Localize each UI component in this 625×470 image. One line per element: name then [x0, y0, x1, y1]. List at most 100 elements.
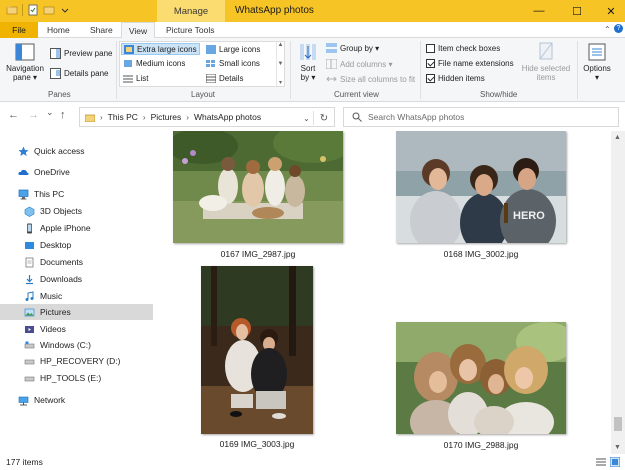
scroll-up-icon[interactable]: ▲	[614, 134, 621, 141]
sidebar-item-network[interactable]: Network	[18, 392, 65, 408]
sidebar-item-hp-tools-e[interactable]: HP_TOOLS (E:)	[24, 370, 101, 386]
tab-picture-tools[interactable]: Picture Tools	[166, 22, 215, 38]
layout-group-label: Layout	[191, 90, 216, 99]
address-dropdown-icon[interactable]: ⌄	[300, 111, 314, 125]
folder-icon[interactable]	[6, 4, 18, 16]
sort-by-button[interactable]: Sort by ▾	[296, 42, 320, 82]
layout-gallery-scroll[interactable]: ▲ ▼ ▾	[276, 42, 284, 86]
sidebar-item-3d-objects[interactable]: 3D Objects	[24, 203, 82, 219]
details-view-icon	[206, 73, 216, 83]
group-by-icon	[326, 43, 337, 53]
details-view-toggle-icon[interactable]	[596, 457, 606, 467]
add-columns-button[interactable]: Add columns ▾	[326, 59, 392, 69]
vertical-scrollbar[interactable]: ▲ ▼	[611, 131, 625, 454]
help-icon[interactable]: ?	[614, 24, 623, 33]
medium-icons-option[interactable]: Medium icons	[121, 57, 187, 69]
address-bar[interactable]: › This PC › Pictures › WhatsApp photos ⌄…	[79, 107, 335, 127]
file-name-extensions-label: File name extensions	[438, 59, 514, 68]
sidebar-item-this-pc[interactable]: This PC	[18, 186, 64, 202]
group-by-button[interactable]: Group by ▾	[326, 43, 379, 53]
gallery-expand-icon[interactable]: ▾	[279, 79, 282, 86]
sidebar-item-apple-iphone[interactable]: Apple iPhone	[24, 220, 91, 236]
small-icons-label: Small icons	[219, 58, 260, 68]
group-separator	[420, 41, 421, 99]
chevron-up-icon[interactable]: ▲	[278, 42, 284, 48]
sidebar-item-downloads[interactable]: Downloads	[24, 271, 82, 287]
sidebar-item-hp-recovery-d[interactable]: HP_RECOVERY (D:)	[24, 353, 120, 369]
new-folder-icon[interactable]	[43, 4, 55, 16]
up-arrow-icon[interactable]: ↑	[60, 109, 66, 121]
sidebar-item-pictures[interactable]: Pictures	[0, 304, 153, 320]
preview-pane-button[interactable]: Preview pane	[50, 48, 112, 59]
breadcrumb-pictures[interactable]: Pictures	[151, 112, 182, 122]
back-arrow-icon[interactable]: ←	[8, 109, 19, 121]
hide-selected-label-2: items	[536, 73, 556, 82]
breadcrumb-chevron-icon[interactable]: ›	[186, 113, 189, 122]
breadcrumb-chevron-icon[interactable]: ›	[143, 113, 146, 122]
file-item[interactable]: HERO 0168 IMG_3002.jpg	[396, 131, 566, 259]
file-item[interactable]: 0167 IMG_2987.jpg	[173, 131, 343, 259]
tab-file[interactable]: File	[0, 22, 38, 38]
hide-selected-items-button[interactable]: Hide selected items	[520, 42, 572, 82]
item-check-boxes-toggle[interactable]: Item check boxes	[426, 44, 500, 53]
group-by-label: Group by ▾	[340, 43, 380, 53]
sidebar-item-label: Desktop	[40, 240, 72, 250]
videos-icon	[24, 324, 35, 335]
tab-home[interactable]: Home	[47, 22, 70, 38]
manage-context-tab[interactable]: Manage	[157, 0, 225, 22]
navigation-pane-button[interactable]: Navigation pane ▾	[4, 42, 46, 82]
sidebar-item-music[interactable]: Music	[24, 288, 62, 304]
tab-share[interactable]: Share	[90, 22, 113, 38]
hidden-items-checkbox[interactable]	[426, 74, 435, 83]
file-name-extensions-checkbox[interactable]	[426, 59, 435, 68]
details-option[interactable]: Details	[204, 72, 245, 84]
minimize-button[interactable]: —	[522, 0, 556, 22]
tab-view[interactable]: View	[121, 22, 155, 39]
hidden-items-toggle[interactable]: Hidden items	[426, 74, 485, 83]
maximize-button[interactable]: ☐	[560, 0, 594, 22]
item-check-boxes-checkbox[interactable]	[426, 44, 435, 53]
ribbon: Navigation pane ▾ Preview pane Details p…	[0, 38, 625, 102]
scrollbar-thumb[interactable]	[614, 417, 622, 431]
hide-selected-label: Hide selected	[521, 64, 571, 73]
close-button[interactable]: ✕	[594, 0, 625, 22]
file-item[interactable]: 0170 IMG_2988.jpg	[396, 322, 566, 450]
hidden-items-label: Hidden items	[438, 74, 485, 83]
options-button[interactable]: Options ▾	[580, 42, 614, 82]
refresh-icon[interactable]: ↻	[316, 111, 332, 125]
sidebar-item-windows-c[interactable]: Windows (C:)	[24, 337, 91, 353]
forward-arrow-icon[interactable]: →	[28, 109, 39, 121]
file-name-extensions-toggle[interactable]: File name extensions	[426, 59, 514, 68]
navigation-bar: ← → ⌄ ↑ › This PC › Pictures › WhatsApp …	[0, 103, 625, 130]
list-option[interactable]: List	[121, 72, 150, 84]
search-placeholder: Search WhatsApp photos	[368, 112, 465, 122]
small-icons-option[interactable]: Small icons	[204, 57, 262, 69]
search-box[interactable]: Search WhatsApp photos	[343, 107, 619, 127]
photo-thumbnail: HERO	[396, 131, 566, 243]
scroll-down-icon[interactable]: ▼	[614, 444, 621, 451]
breadcrumb-this-pc[interactable]: This PC	[108, 112, 138, 122]
ribbon-collapse-icon[interactable]: ⌃	[604, 25, 611, 34]
breadcrumb-chevron-icon[interactable]: ›	[100, 113, 103, 122]
sidebar-item-label: Network	[34, 395, 66, 405]
chevron-down-icon[interactable]	[59, 4, 71, 16]
extra-large-icons-option[interactable]: Extra large icons	[121, 43, 200, 55]
large-icons-view-toggle-icon[interactable]	[609, 456, 621, 468]
group-separator	[577, 41, 578, 99]
breadcrumb-whatsapp-photos[interactable]: WhatsApp photos	[194, 112, 261, 122]
properties-icon[interactable]	[27, 4, 39, 16]
file-item[interactable]: 0169 IMG_3003.jpg	[201, 266, 313, 449]
sidebar-item-quick-access[interactable]: Quick access	[18, 143, 85, 159]
size-all-columns-button[interactable]: Size all columns to fit	[326, 74, 415, 84]
chevron-down-icon[interactable]: ▼	[278, 61, 284, 67]
file-name: 0170 IMG_2988.jpg	[443, 440, 519, 450]
recent-locations-icon[interactable]: ⌄	[46, 107, 54, 118]
sidebar-item-videos[interactable]: Videos	[24, 321, 66, 337]
sidebar-item-desktop[interactable]: Desktop	[24, 237, 71, 253]
sidebar-item-onedrive[interactable]: OneDrive	[18, 164, 70, 180]
details-pane-button[interactable]: Details pane	[50, 68, 108, 79]
extra-large-icons-icon	[124, 44, 134, 54]
large-icons-option[interactable]: Large icons	[204, 43, 262, 55]
add-columns-label: Add columns ▾	[340, 59, 393, 69]
sidebar-item-documents[interactable]: Documents	[24, 254, 83, 270]
